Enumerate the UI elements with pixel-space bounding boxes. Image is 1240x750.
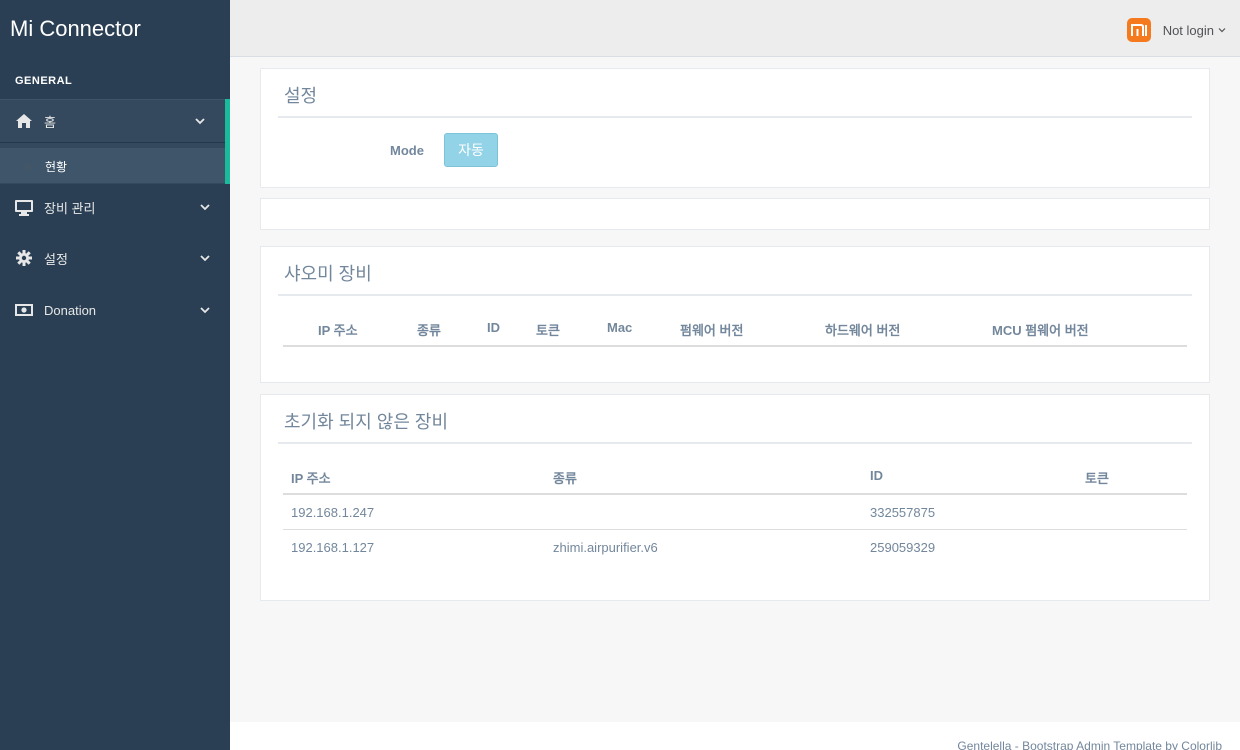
column-header[interactable]: Mac xyxy=(607,320,632,335)
bullet-icon xyxy=(23,163,31,171)
xiaomi-devices-panel: 샤오미 장비 IP 주소 종류 ID 토큰 Mac 펌웨어 버전 하드웨어 버전… xyxy=(260,246,1210,383)
cell-ip: 192.168.1.247 xyxy=(291,505,375,520)
sidebar: Mi Connector GENERAL 홈 현황 장비 관리 설정 Donat… xyxy=(0,0,230,750)
sidebar-item-label: Donation xyxy=(44,302,97,318)
column-header[interactable]: 종류 xyxy=(553,468,577,487)
sidebar-item-label: 장비 관리 xyxy=(44,200,96,216)
settings-panel: 설정 Mode 자동 xyxy=(260,68,1210,188)
user-menu[interactable]: Not login xyxy=(1126,18,1226,42)
desktop-icon xyxy=(14,197,34,217)
divider xyxy=(278,294,1192,296)
chevron-down-icon xyxy=(195,118,205,125)
chevron-down-icon xyxy=(200,255,210,262)
sidebar-item-label: 홈 xyxy=(44,114,56,130)
mi-logo-icon xyxy=(1126,18,1151,42)
chevron-down-icon xyxy=(200,204,210,211)
sidebar-item-donation[interactable]: Donation xyxy=(0,288,230,332)
footer: Gentelella - Bootstrap Admin Template by… xyxy=(230,722,1240,750)
column-header[interactable]: ID xyxy=(487,320,500,335)
divider xyxy=(278,442,1192,444)
panel-title: 설정 xyxy=(284,86,318,106)
sidebar-child-label: 현황 xyxy=(45,160,68,174)
empty-panel xyxy=(260,198,1210,230)
column-header[interactable]: IP 주소 xyxy=(291,468,331,487)
sidebar-item-devices[interactable]: 장비 관리 xyxy=(0,185,230,229)
money-icon xyxy=(14,300,34,320)
sidebar-item-home[interactable]: 홈 xyxy=(0,99,230,143)
app-title[interactable]: Mi Connector xyxy=(10,16,141,42)
row-divider xyxy=(283,529,1187,530)
cell-id: 332557875 xyxy=(870,505,936,520)
sidebar-section-title: GENERAL xyxy=(15,75,73,87)
top-navbar: Not login xyxy=(230,0,1240,57)
column-header[interactable]: 토큰 xyxy=(536,320,560,339)
gear-icon xyxy=(14,248,34,268)
table-header-rule xyxy=(283,493,1187,495)
sidebar-item-status[interactable]: 현황 xyxy=(0,148,225,183)
user-name: Not login xyxy=(1162,22,1214,38)
cell-id: 259059329 xyxy=(870,540,936,555)
footer-credit[interactable]: Gentelella - Bootstrap Admin Template by… xyxy=(957,739,1222,750)
chevron-down-icon xyxy=(1218,28,1226,33)
panel-title: 샤오미 장비 xyxy=(284,264,372,284)
sidebar-item-settings[interactable]: 설정 xyxy=(0,236,230,280)
column-header[interactable]: ID xyxy=(870,468,883,483)
cell-ip: 192.168.1.127 xyxy=(291,540,375,555)
divider xyxy=(278,116,1192,118)
column-header[interactable]: 종류 xyxy=(417,320,441,339)
column-header[interactable]: 펌웨어 버전 xyxy=(680,320,743,339)
chevron-down-icon xyxy=(200,307,210,314)
cell-type: zhimi.airpurifier.v6 xyxy=(553,540,658,555)
uninitialized-devices-panel: 초기화 되지 않은 장비 IP 주소 종류 ID 토큰 192.168.1.24… xyxy=(260,394,1210,601)
mode-label: Mode xyxy=(390,143,424,158)
sidebar-item-label: 설정 xyxy=(44,251,68,267)
column-header[interactable]: MCU 펌웨어 버전 xyxy=(992,320,1089,339)
panel-title: 초기화 되지 않은 장비 xyxy=(284,412,449,432)
column-header[interactable]: 토큰 xyxy=(1085,468,1109,487)
column-header[interactable]: 하드웨어 버전 xyxy=(825,320,900,339)
mode-toggle-button[interactable]: 자동 xyxy=(444,133,498,167)
column-header[interactable]: IP 주소 xyxy=(318,320,358,339)
home-icon xyxy=(14,111,34,131)
table-header-rule xyxy=(283,345,1187,347)
